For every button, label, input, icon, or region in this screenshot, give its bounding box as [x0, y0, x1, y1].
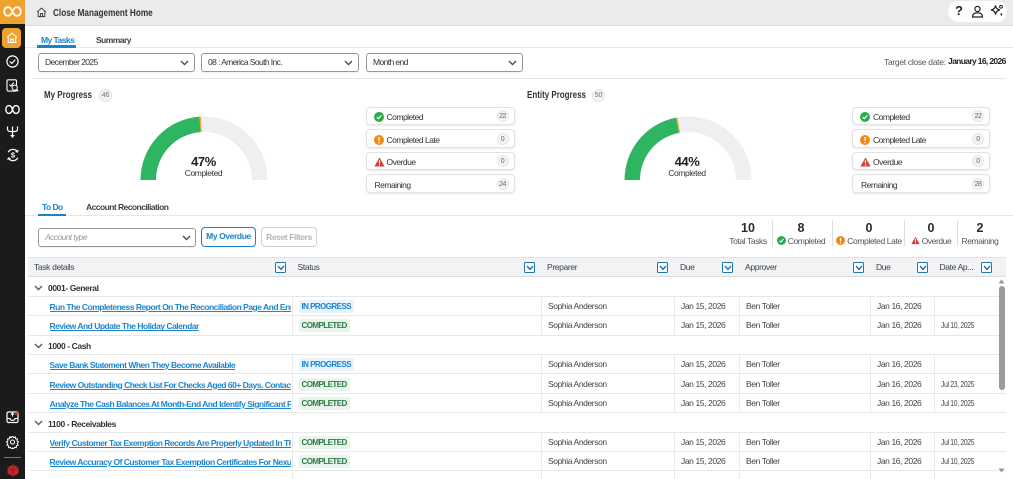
svg-text:$: $ — [10, 151, 15, 160]
